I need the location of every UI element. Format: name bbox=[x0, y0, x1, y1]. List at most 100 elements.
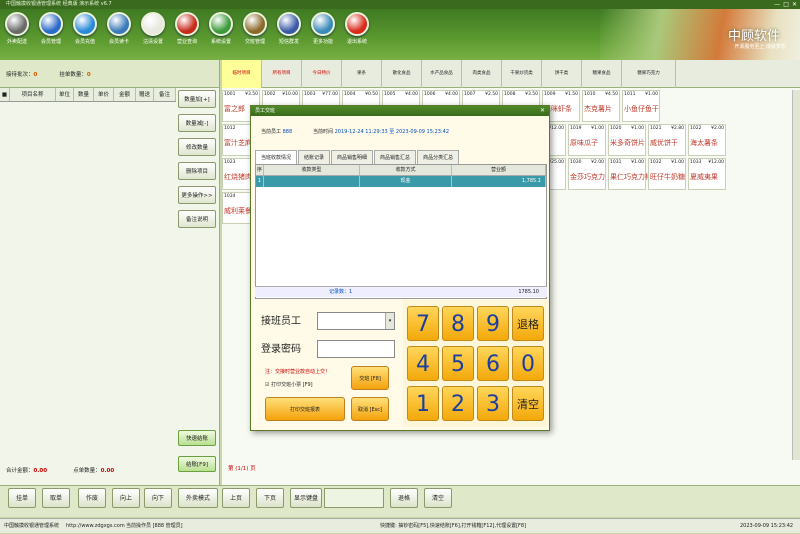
keypad-key[interactable]: 退格 bbox=[512, 306, 544, 341]
product-name: 金莎巧克力 bbox=[570, 173, 605, 181]
toolbar-item-1[interactable]: 会员管理 bbox=[36, 12, 66, 45]
toolbar-item-9[interactable]: 更多功能 bbox=[308, 12, 338, 45]
category-tab[interactable]: 果条 bbox=[342, 60, 382, 88]
category-tab[interactable]: 干果炒货类 bbox=[502, 60, 542, 88]
keypad-key[interactable]: 9 bbox=[477, 306, 509, 341]
product-item[interactable]: 1020 ¥1.00 米多奇饼片 bbox=[608, 124, 646, 156]
order-action-button[interactable]: 更多操作>> bbox=[178, 186, 216, 204]
product-price: ¥10.00 bbox=[282, 92, 298, 97]
product-name: 富汁芝麻 bbox=[224, 139, 252, 147]
product-item[interactable]: 1033 ¥12.00 夏威夷果 bbox=[688, 158, 726, 190]
print-receipt-checkbox[interactable]: ☑ 打印交班小票 [F9] bbox=[265, 381, 313, 388]
category-tab[interactable]: 糖果巧克力 bbox=[622, 60, 676, 88]
window-title: 中国触摸收银通管理系统 经典版 演示系统 v6.7 — □ ✕ bbox=[0, 0, 800, 9]
cancel-button[interactable]: 取消 [Esc] bbox=[351, 397, 389, 421]
category-tab[interactable]: 糖果食品 bbox=[582, 60, 622, 88]
toolbar-item-5[interactable]: 营业查询 bbox=[172, 12, 202, 45]
password-label: 登录密码 bbox=[261, 344, 301, 355]
keypad-key[interactable]: 1 bbox=[407, 386, 439, 421]
select-all-icon[interactable]: ■ bbox=[0, 88, 10, 101]
minimize-icon[interactable]: — bbox=[774, 0, 780, 9]
dialog-close-icon[interactable]: ✕ bbox=[540, 106, 545, 116]
toolbar-item-0[interactable]: 外卖配送 bbox=[2, 12, 32, 45]
keypad-key[interactable]: 6 bbox=[477, 346, 509, 381]
category-tab[interactable]: 饼干类 bbox=[542, 60, 582, 88]
product-item[interactable]: 1010 ¥4.50 杰克薯片 bbox=[582, 90, 620, 122]
bottom-button[interactable]: 退格 bbox=[390, 488, 418, 508]
bottom-button[interactable]: 作废 bbox=[78, 488, 106, 508]
bottom-button[interactable]: 下页 bbox=[256, 488, 284, 508]
product-item[interactable]: 1022 ¥2.00 海太薯条 bbox=[688, 124, 726, 156]
dialog-tab[interactable]: 商品销售汇总 bbox=[374, 150, 417, 164]
keypad-key[interactable]: 清空 bbox=[512, 386, 544, 421]
toolbar-item-6[interactable]: 系统设置 bbox=[206, 12, 236, 45]
product-code: 1020 bbox=[610, 126, 622, 131]
product-item[interactable]: 1030 ¥2.00 金莎巧克力 bbox=[568, 158, 606, 190]
toolbar-item-10[interactable]: 退出系统 bbox=[342, 12, 372, 45]
gear-icon bbox=[209, 12, 233, 36]
dialog-tab[interactable]: 商品分类汇总 bbox=[417, 150, 460, 164]
order-action-button[interactable]: 备注说明 bbox=[178, 210, 216, 228]
category-tab[interactable]: 今日特价 bbox=[302, 60, 342, 88]
bottom-button[interactable]: 取单 bbox=[42, 488, 70, 508]
keypad-key[interactable]: 2 bbox=[442, 386, 474, 421]
table-row[interactable]: 1 现金 1,785.1 bbox=[256, 176, 546, 187]
product-item[interactable]: 1032 ¥1.00 旺仔牛奶糖 bbox=[648, 158, 686, 190]
current-staff: 888 bbox=[282, 129, 293, 135]
bottom-button[interactable]: 挂单 bbox=[8, 488, 36, 508]
dialog-tab[interactable]: 商品销售明细 bbox=[331, 150, 374, 164]
product-price: ¥2.00 bbox=[711, 126, 724, 131]
bottom-button[interactable]: 上页 bbox=[222, 488, 250, 508]
bottom-button[interactable]: 向下 bbox=[144, 488, 172, 508]
user-charge-icon bbox=[73, 12, 97, 36]
bottom-button[interactable]: 外卖模式 bbox=[178, 488, 218, 508]
keypad-key[interactable]: 7 bbox=[407, 306, 439, 341]
category-tab[interactable]: 所有项目 bbox=[262, 60, 302, 88]
product-code: 1006 bbox=[424, 92, 436, 97]
toolbar-item-4[interactable]: 沽清设置 bbox=[138, 12, 168, 45]
toolbar-item-3[interactable]: 会员读卡 bbox=[104, 12, 134, 45]
chevron-down-icon[interactable]: ▾ bbox=[385, 313, 394, 329]
quick-checkout-button[interactable]: 快速结账 bbox=[178, 430, 216, 446]
checkout-button[interactable]: 结账[F9] bbox=[178, 456, 216, 472]
bottom-button[interactable]: 显示键盘 bbox=[290, 488, 322, 508]
bottom-button[interactable]: 向上 bbox=[112, 488, 140, 508]
more-icon bbox=[311, 12, 335, 36]
shift-icon bbox=[243, 12, 267, 36]
maximize-icon[interactable]: □ bbox=[783, 0, 789, 9]
dialog-tab[interactable]: 结账记录 bbox=[298, 150, 331, 164]
product-item[interactable]: 1011 ¥1.00 小鱼仔鱼干 bbox=[622, 90, 660, 122]
product-scrollbar[interactable] bbox=[792, 90, 800, 460]
product-code: 1034 bbox=[224, 194, 236, 199]
order-action-button[interactable]: 修改数量 bbox=[178, 138, 216, 156]
product-item[interactable]: 1019 ¥1.00 原味瓜子 bbox=[568, 124, 606, 156]
close-icon[interactable]: ✕ bbox=[792, 0, 797, 9]
keypad-key[interactable]: 8 bbox=[442, 306, 474, 341]
category-tab[interactable]: 临时项目 bbox=[222, 60, 262, 88]
toolbar-item-8[interactable]: 短信群发 bbox=[274, 12, 304, 45]
numeric-keypad: 7 8 9 退格 4 5 6 0 1 2 3 清空 bbox=[403, 300, 549, 427]
order-action-button[interactable]: 删除项目 bbox=[178, 162, 216, 180]
category-tab[interactable]: 水产品食品 bbox=[422, 60, 462, 88]
print-report-button[interactable]: 打印交班报表 bbox=[265, 397, 345, 421]
product-price: ¥3.50 bbox=[245, 92, 258, 97]
keypad-key[interactable]: 5 bbox=[442, 346, 474, 381]
category-tab[interactable]: 散化食品 bbox=[382, 60, 422, 88]
receiver-select[interactable]: ▾ bbox=[317, 312, 395, 330]
toolbar-item-2[interactable]: 会员充值 bbox=[70, 12, 100, 45]
category-tab[interactable]: 肉类食品 bbox=[462, 60, 502, 88]
keyboard-input[interactable] bbox=[324, 488, 384, 508]
keypad-key[interactable]: 0 bbox=[512, 346, 544, 381]
keypad-key[interactable]: 3 bbox=[477, 386, 509, 421]
keypad-key[interactable]: 4 bbox=[407, 346, 439, 381]
password-input[interactable] bbox=[317, 340, 395, 358]
order-action-button[interactable]: 数量加[+] bbox=[178, 90, 216, 108]
product-item[interactable]: 1021 ¥2.80 威优饼干 bbox=[648, 124, 686, 156]
shift-button[interactable]: 交班 [F8] bbox=[351, 366, 389, 390]
bottom-button[interactable]: 清空 bbox=[424, 488, 452, 508]
toolbar-item-7[interactable]: 交班管理 bbox=[240, 12, 270, 45]
product-item[interactable]: 1031 ¥1.00 果仁巧克力棒 bbox=[608, 158, 652, 190]
cup-icon bbox=[141, 12, 165, 36]
dialog-tab[interactable]: 当班收款情况 bbox=[255, 150, 298, 164]
order-action-button[interactable]: 数量减[-] bbox=[178, 114, 216, 132]
